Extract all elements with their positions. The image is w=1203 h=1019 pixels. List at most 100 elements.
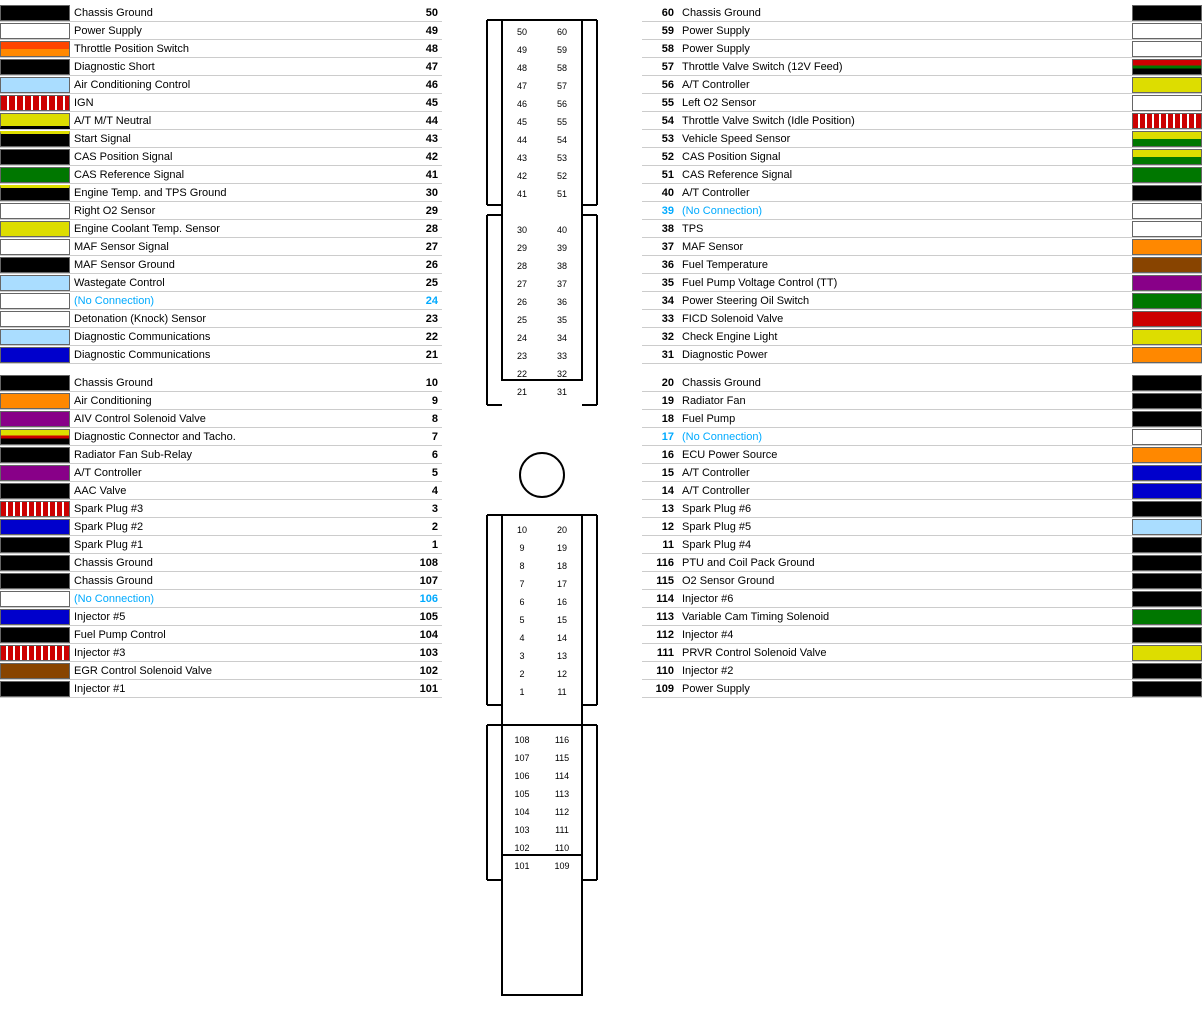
svg-text:59: 59 bbox=[557, 45, 567, 55]
svg-text:13: 13 bbox=[557, 651, 567, 661]
wire-color-bar bbox=[0, 185, 70, 201]
right-pin-row: 40A/T Controller bbox=[642, 184, 1202, 202]
pin-number: 105 bbox=[406, 611, 442, 623]
pin-label: PRVR Control Solenoid Valve bbox=[678, 647, 1132, 659]
wire-color-bar bbox=[1132, 41, 1202, 57]
wire-color-bar bbox=[0, 149, 70, 165]
pin-label: AAC Valve bbox=[70, 485, 406, 497]
center-panel: 5060 4959 4858 4757 4656 4555 4454 4353 … bbox=[442, 0, 642, 1019]
svg-text:8: 8 bbox=[519, 561, 524, 571]
wire-color-bar bbox=[0, 573, 70, 589]
pin-label: Power Supply bbox=[70, 25, 406, 37]
wire-color-bar bbox=[0, 411, 70, 427]
svg-text:28: 28 bbox=[517, 261, 527, 271]
pin-label: Spark Plug #3 bbox=[70, 503, 406, 515]
spacer-row bbox=[642, 364, 1202, 374]
svg-text:10: 10 bbox=[517, 525, 527, 535]
pin-label: Left O2 Sensor bbox=[678, 97, 1132, 109]
wire-color-bar bbox=[1132, 447, 1202, 463]
wire-color-bar bbox=[1132, 131, 1202, 147]
left-pin-row: CAS Reference Signal41 bbox=[0, 166, 442, 184]
svg-text:116: 116 bbox=[555, 735, 569, 745]
pin-label: Injector #4 bbox=[678, 629, 1132, 641]
wire-color-bar bbox=[1132, 645, 1202, 661]
wire-color-bar bbox=[0, 429, 70, 445]
wire-color-bar bbox=[1132, 411, 1202, 427]
pin-label: Throttle Valve Switch (12V Feed) bbox=[678, 61, 1132, 73]
wire-color-bar bbox=[0, 519, 70, 535]
right-pin-row: 36Fuel Temperature bbox=[642, 256, 1202, 274]
svg-text:40: 40 bbox=[557, 225, 567, 235]
pin-number: 24 bbox=[406, 295, 442, 307]
pin-label: TPS bbox=[678, 223, 1132, 235]
svg-text:24: 24 bbox=[517, 333, 527, 343]
pin-number: 49 bbox=[406, 25, 442, 37]
pin-label: Fuel Pump Voltage Control (TT) bbox=[678, 277, 1132, 289]
svg-text:113: 113 bbox=[555, 789, 569, 799]
svg-text:57: 57 bbox=[557, 81, 567, 91]
pin-number: 15 bbox=[642, 467, 678, 479]
pin-number: 29 bbox=[406, 205, 442, 217]
right-pin-row: 37MAF Sensor bbox=[642, 238, 1202, 256]
pin-label: Injector #6 bbox=[678, 593, 1132, 605]
wire-color-bar bbox=[1132, 221, 1202, 237]
pin-number: 112 bbox=[642, 629, 678, 641]
svg-text:109: 109 bbox=[554, 861, 569, 871]
wire-color-bar bbox=[0, 23, 70, 39]
pin-number: 10 bbox=[406, 377, 442, 389]
right-pin-row: 116PTU and Coil Pack Ground bbox=[642, 554, 1202, 572]
wire-color-bar bbox=[0, 257, 70, 273]
svg-text:52: 52 bbox=[557, 171, 567, 181]
pin-number: 18 bbox=[642, 413, 678, 425]
right-pin-row: 57Throttle Valve Switch (12V Feed) bbox=[642, 58, 1202, 76]
wire-color-bar bbox=[0, 59, 70, 75]
pin-label: Power Supply bbox=[678, 683, 1132, 695]
pin-label: EGR Control Solenoid Valve bbox=[70, 665, 406, 677]
pin-number: 116 bbox=[642, 557, 678, 569]
right-pin-row: 112Injector #4 bbox=[642, 626, 1202, 644]
pin-label: AIV Control Solenoid Valve bbox=[70, 413, 406, 425]
svg-text:25: 25 bbox=[517, 315, 527, 325]
wire-color-bar bbox=[0, 239, 70, 255]
svg-text:4: 4 bbox=[519, 633, 524, 643]
svg-text:46: 46 bbox=[517, 99, 527, 109]
left-pin-row: Air Conditioning9 bbox=[0, 392, 442, 410]
pin-number: 111 bbox=[642, 647, 678, 659]
wire-color-bar bbox=[0, 347, 70, 363]
pin-label: Spark Plug #4 bbox=[678, 539, 1132, 551]
wire-color-bar bbox=[1132, 375, 1202, 391]
wire-color-bar bbox=[0, 465, 70, 481]
wire-color-bar bbox=[0, 113, 70, 129]
pin-number: 12 bbox=[642, 521, 678, 533]
pin-label: Vehicle Speed Sensor bbox=[678, 133, 1132, 145]
svg-text:39: 39 bbox=[557, 243, 567, 253]
pin-label: Check Engine Light bbox=[678, 331, 1132, 343]
left-pin-row: Radiator Fan Sub-Relay6 bbox=[0, 446, 442, 464]
pin-number: 47 bbox=[406, 61, 442, 73]
svg-text:2: 2 bbox=[519, 669, 524, 679]
connector-diagram: 5060 4959 4858 4757 4656 4555 4454 4353 … bbox=[447, 15, 637, 1005]
pin-label: Diagnostic Communications bbox=[70, 331, 406, 343]
wire-color-bar bbox=[1132, 275, 1202, 291]
pin-label: Diagnostic Communications bbox=[70, 349, 406, 361]
wire-color-bar bbox=[1132, 203, 1202, 219]
left-pin-row: Fuel Pump Control104 bbox=[0, 626, 442, 644]
pin-number: 40 bbox=[642, 187, 678, 199]
svg-text:27: 27 bbox=[517, 279, 527, 289]
pin-number: 43 bbox=[406, 133, 442, 145]
left-pin-row: Wastegate Control25 bbox=[0, 274, 442, 292]
left-pin-row: (No Connection)24 bbox=[0, 292, 442, 310]
pin-number: 8 bbox=[406, 413, 442, 425]
pin-number: 114 bbox=[642, 593, 678, 605]
pin-label: MAF Sensor Signal bbox=[70, 241, 406, 253]
pin-label: Air Conditioning bbox=[70, 395, 406, 407]
right-pin-row: 53Vehicle Speed Sensor bbox=[642, 130, 1202, 148]
pin-number: 57 bbox=[642, 61, 678, 73]
svg-text:112: 112 bbox=[555, 807, 569, 817]
pin-label: CAS Reference Signal bbox=[70, 169, 406, 181]
wire-color-bar bbox=[0, 5, 70, 21]
pin-label: Spark Plug #6 bbox=[678, 503, 1132, 515]
spacer-row bbox=[0, 364, 442, 374]
pin-number: 35 bbox=[642, 277, 678, 289]
left-pin-row: Engine Coolant Temp. Sensor28 bbox=[0, 220, 442, 238]
